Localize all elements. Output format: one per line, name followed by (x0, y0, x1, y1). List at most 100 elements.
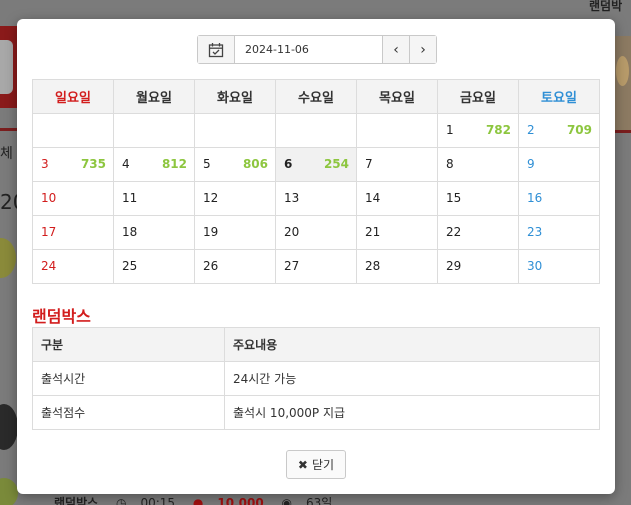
calendar-day-cell[interactable]: 11 (113, 181, 195, 216)
section-title: 랜덤박스 (32, 307, 91, 326)
calendar-empty-cell (113, 113, 195, 148)
calendar-day-cell[interactable]: 26 (194, 249, 276, 284)
background-list-row: 랜덤박스 ◷ 00:15 ● 10,000 ◉ 63일 (54, 494, 346, 505)
calendar-day-cell[interactable]: 10 (32, 181, 114, 216)
calendar-empty-cell (275, 113, 357, 148)
background-row-views: 63일 (306, 496, 333, 505)
calendar-day-cell[interactable]: 21 (356, 215, 438, 250)
coin-icon: ● (192, 496, 204, 505)
calendar-day-cell[interactable]: 3 735 (32, 147, 114, 182)
calendar-day-cell[interactable]: 25 (113, 249, 195, 284)
close-button[interactable]: ✖ 닫기 (286, 450, 346, 479)
day-number: 27 (284, 259, 300, 273)
info-cell: 출석시간 (32, 361, 225, 396)
calendar-day-cell[interactable]: 12 (194, 181, 276, 216)
calendar-day-cell[interactable]: 28 (356, 249, 438, 284)
day-number: 13 (284, 191, 300, 205)
day-number: 12 (203, 191, 219, 205)
background-row-points: 10,000 (217, 496, 264, 505)
calendar-week-row: 24 25 26 27 28 29 30 (32, 249, 600, 284)
calendar-day-cell[interactable]: 16 (518, 181, 600, 216)
day-number: 26 (203, 259, 219, 273)
day-number: 5 (203, 157, 211, 171)
calendar-day-cell[interactable]: 5 806 (194, 147, 276, 182)
day-number: 24 (41, 259, 57, 273)
calendar-day-cell[interactable]: 29 (437, 249, 519, 284)
calendar-day-cell[interactable]: 4 812 (113, 147, 195, 182)
background-label: 체 (0, 146, 13, 162)
day-number: 23 (527, 225, 543, 239)
calendar-week-row: 17 18 19 20 21 22 23 (32, 215, 600, 250)
attendance-count: 812 (161, 157, 187, 171)
calendar-day-cell[interactable]: 27 (275, 249, 357, 284)
next-date-button[interactable]: › (409, 36, 436, 63)
day-number: 16 (527, 191, 543, 205)
day-number: 3 (41, 157, 49, 171)
weekday-header-row: 일요일 월요일 화요일 수요일 목요일 금요일 토요일 (32, 79, 600, 114)
day-number: 18 (122, 225, 138, 239)
date-picker: ‹ › (197, 35, 437, 64)
weekday-thursday: 목요일 (356, 79, 438, 114)
calendar-day-cell[interactable]: 23 (518, 215, 600, 250)
prev-date-button[interactable]: ‹ (382, 36, 409, 63)
clock-icon: ◷ (116, 496, 127, 505)
calendar-day-cell[interactable]: 22 (437, 215, 519, 250)
calendar-day-cell[interactable]: 9 (518, 147, 600, 182)
info-cell: 출석점수 (32, 395, 225, 430)
calendar-day-cell[interactable]: 2 709 (518, 113, 600, 148)
attendance-count: 735 (80, 157, 106, 171)
day-number: 17 (41, 225, 57, 239)
close-button-label: 닫기 (311, 458, 335, 472)
background-avatar (0, 238, 16, 278)
day-number: 8 (446, 157, 454, 171)
calendar-day-cell[interactable]: 15 (437, 181, 519, 216)
calendar-day-cell[interactable]: 14 (356, 181, 438, 216)
info-table: 구분 주요내용 출석시간 24시간 가능 출석점수 출석시 10,000P 지급 (32, 327, 600, 430)
calendar-day-cell[interactable]: 1 782 (437, 113, 519, 148)
calendar-week-row: 1 782 2 709 (32, 113, 600, 148)
day-number: 20 (284, 225, 300, 239)
calendar-day-cell[interactable]: 17 (32, 215, 114, 250)
attendance-count: 782 (485, 123, 511, 137)
weekday-sunday: 일요일 (32, 79, 114, 114)
calendar-day-cell[interactable]: 24 (32, 249, 114, 284)
info-cell: 24시간 가능 (224, 361, 600, 396)
calendar-button[interactable] (198, 36, 235, 63)
day-number: 19 (203, 225, 219, 239)
day-number: 4 (122, 157, 130, 171)
calendar-day-cell[interactable]: 20 (275, 215, 357, 250)
weekday-monday: 월요일 (113, 79, 195, 114)
day-number: 1 (446, 123, 454, 137)
calendar-week-row: 10 11 12 13 14 15 16 (32, 181, 600, 216)
calendar-day-cell[interactable]: 13 (275, 181, 357, 216)
weekday-friday: 금요일 (437, 79, 519, 114)
day-number: 14 (365, 191, 381, 205)
info-cell: 출석시 10,000P 지급 (224, 395, 600, 430)
table-row: 출석시간 24시간 가능 (32, 361, 600, 396)
day-number: 7 (365, 157, 373, 171)
calendar-day-cell[interactable]: 6 254 (275, 147, 357, 182)
date-input[interactable] (235, 36, 382, 63)
attendance-count: 709 (566, 123, 592, 137)
calendar-day-cell[interactable]: 18 (113, 215, 195, 250)
calendar-day-cell[interactable]: 19 (194, 215, 276, 250)
calendar-empty-cell (356, 113, 438, 148)
calendar-icon (208, 42, 224, 57)
background-banner (0, 26, 17, 108)
day-number: 2 (527, 123, 535, 137)
day-number: 25 (122, 259, 138, 273)
chevron-left-icon: ‹ (393, 41, 399, 58)
day-number: 10 (41, 191, 57, 205)
background-avatar (0, 478, 18, 505)
day-number: 28 (365, 259, 381, 273)
day-number: 22 (446, 225, 462, 239)
calendar-day-cell[interactable]: 8 (437, 147, 519, 182)
calendar-day-cell[interactable]: 30 (518, 249, 600, 284)
calendar-day-cell[interactable]: 7 (356, 147, 438, 182)
background-divider-right (614, 130, 631, 133)
calendar-empty-cell (32, 113, 114, 148)
background-divider (0, 128, 17, 131)
background-avatar (0, 404, 18, 450)
day-number: 15 (446, 191, 462, 205)
attendance-calendar: 일요일 월요일 화요일 수요일 목요일 금요일 토요일 1 782 2 709 3 735… (32, 79, 600, 284)
